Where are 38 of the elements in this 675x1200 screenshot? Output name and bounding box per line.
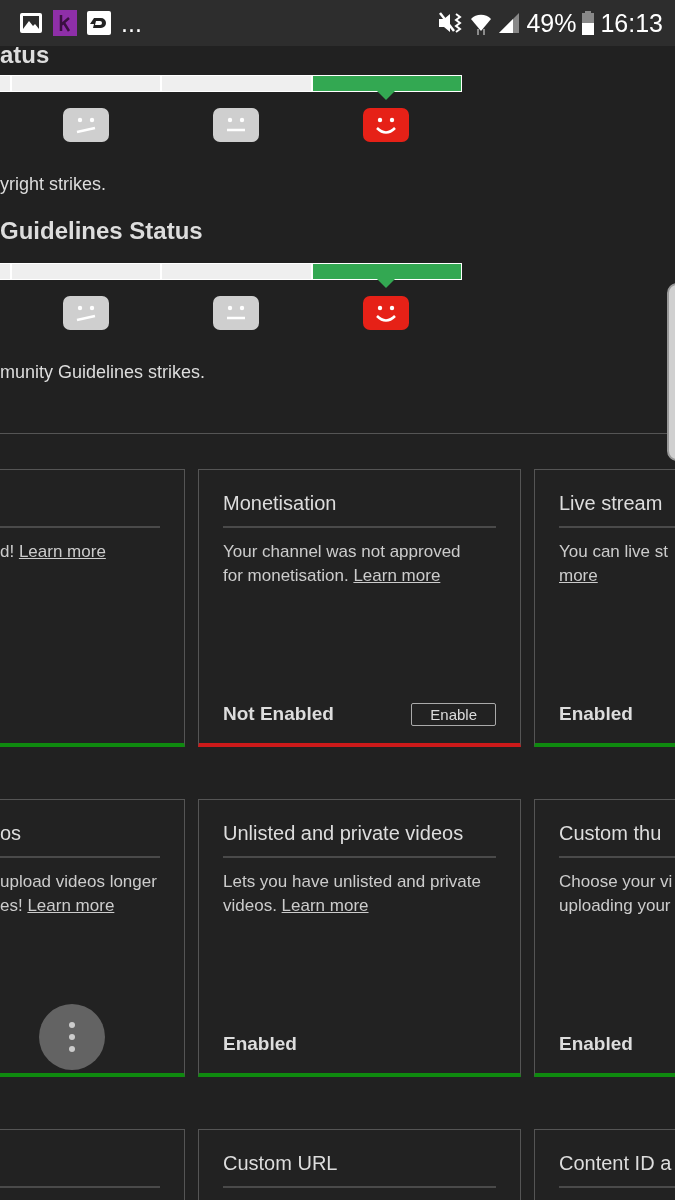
more-vertical-icon [69, 1022, 75, 1052]
learn-more-link[interactable]: more [559, 566, 598, 585]
learn-more-link[interactable]: Learn more [27, 896, 115, 915]
card-description: d! Learn more [0, 541, 107, 563]
battery-icon [582, 11, 595, 35]
more-notifications: ... [121, 9, 142, 37]
card-description: Choose your vi uploading your [559, 871, 674, 917]
card-title: Custom URL [223, 1151, 339, 1175]
gallery-icon [19, 11, 43, 35]
enable-button[interactable]: Enable [411, 702, 496, 726]
status-label: Not Enabled [223, 702, 334, 726]
card-description: Your channel was not approved for monetisation. Learn more [223, 541, 462, 587]
section-title: atus [0, 40, 51, 70]
card-description: You can live st more [559, 541, 669, 587]
strike-summary: yright strikes. [0, 173, 108, 195]
learn-more-link[interactable]: Learn more [18, 542, 106, 561]
card-description: upload videos longer es! Learn more [0, 871, 158, 917]
app-icon [53, 10, 77, 36]
card-title: Content ID a [559, 1151, 673, 1175]
signal-icon [498, 12, 521, 34]
battery-percentage: 49% [526, 9, 577, 37]
section-title: Guidelines Status [0, 216, 204, 246]
card-title: Custom thu [559, 821, 663, 845]
card-title: Monetisation [223, 491, 338, 515]
pointer-icon [377, 91, 395, 100]
strike-summary: munity Guidelines strikes. [0, 361, 207, 383]
clock: 16:13 [600, 9, 663, 37]
card-description: Lets you have unlisted and private videos. Learn more [223, 871, 482, 917]
status-label: Enabled [559, 1032, 633, 1056]
learn-more-link[interactable]: Learn more [281, 896, 369, 915]
pointer-icon [377, 279, 395, 288]
learn-more-link[interactable]: Learn more [353, 566, 441, 585]
card-title: Unlisted and private videos [223, 821, 465, 845]
app-icon [87, 11, 111, 35]
status-label: Enabled [559, 702, 633, 726]
card-title: os [0, 821, 23, 845]
card-title: Live stream [559, 491, 664, 515]
status-label: Enabled [223, 1032, 297, 1056]
